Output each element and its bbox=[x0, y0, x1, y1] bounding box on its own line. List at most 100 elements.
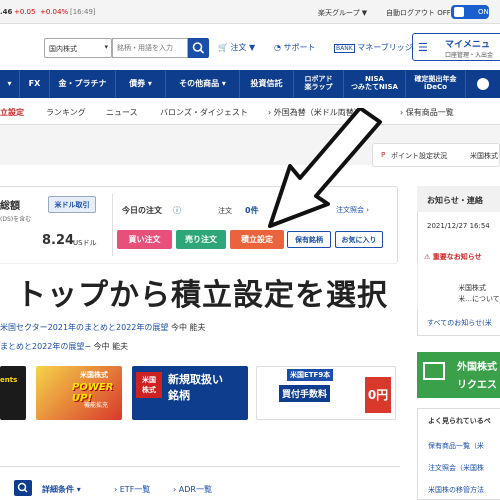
support-icon: ◔ bbox=[274, 43, 281, 52]
order-label: 注文 bbox=[218, 207, 232, 215]
subnav-ranking[interactable]: ランキング bbox=[46, 107, 86, 118]
banner-1-text: ents bbox=[0, 376, 18, 384]
money-bridge-label: マネーブリッジ bbox=[357, 43, 413, 52]
group-menu[interactable]: 楽天グループ ▼ bbox=[318, 8, 367, 18]
banner-3-tag: 米国 株式 bbox=[136, 372, 162, 398]
user-icon: ☰ bbox=[418, 41, 428, 54]
sell-order-button[interactable]: 売り注文 bbox=[176, 230, 226, 249]
article-title-2: まとめと2022年の展望− bbox=[0, 342, 92, 351]
foreign-stock-request-banner[interactable]: 外国株式 リクエス bbox=[417, 352, 500, 398]
nav-item-funds[interactable]: 投資信託 bbox=[240, 70, 294, 98]
notices-title: お知らせ・連絡 bbox=[427, 196, 483, 205]
banner-4-zero: 0円 bbox=[365, 377, 391, 413]
article-link-2[interactable]: まとめと2022年の展望− 今中 能夫 bbox=[0, 341, 128, 352]
mypage-label: マイメニュ bbox=[445, 40, 491, 50]
etf-list-link[interactable]: › ETF一覧 bbox=[114, 484, 150, 495]
important-notice[interactable]: ⚠ 重要なお知らせ bbox=[424, 252, 482, 262]
index-value: .46 bbox=[0, 8, 13, 16]
market-select-value: 国内株式 bbox=[49, 45, 77, 53]
index-change-pct: +0.04% bbox=[40, 8, 69, 16]
nav-item-robo[interactable]: ロボアド 楽ラップ bbox=[294, 70, 344, 98]
popular-link-2[interactable]: 注文照会（米国株 bbox=[428, 463, 484, 473]
banner-4-title: 米国ETF9本 bbox=[287, 369, 334, 381]
banner-1[interactable]: ents bbox=[0, 366, 26, 420]
buy-order-button[interactable]: 買い注文 bbox=[117, 230, 172, 249]
adr-list-label: ADR一覧 bbox=[178, 485, 212, 494]
article-title-1: 米国セクター2021年のまとめと2022年の展望 bbox=[0, 323, 169, 332]
search-icon bbox=[17, 482, 28, 493]
popular-link-1[interactable]: 保有商品一覧（米 bbox=[428, 441, 484, 451]
account-unit: USドル bbox=[73, 239, 97, 247]
subnav-accumulate[interactable]: 立設定 bbox=[0, 107, 24, 118]
nav-item-more[interactable] bbox=[466, 70, 500, 98]
detail-condition-toggle[interactable]: 詳細条件 ▾ bbox=[42, 484, 81, 495]
warning-icon: ⚠ bbox=[424, 253, 431, 261]
banner-power-up[interactable]: 米国株式 POWER UP! 機能拡充 bbox=[36, 366, 122, 420]
nav-menu-toggle[interactable]: ▾ bbox=[0, 70, 20, 98]
index-change: +0.05 bbox=[14, 8, 36, 16]
order-menu-label: 注文 ▼ bbox=[230, 43, 256, 52]
chevron-down-icon: ▾ bbox=[104, 43, 108, 51]
mypage-sublabel: 口座管理・入出金 bbox=[445, 52, 494, 59]
account-title: 総額 bbox=[0, 201, 20, 212]
nav-item-bonds[interactable]: 債券 ▾ bbox=[116, 70, 166, 98]
bank-icon: BANK bbox=[334, 44, 355, 53]
banner-4-main: 買付手数料 bbox=[279, 385, 331, 402]
subnav-barrons[interactable]: バロンズ・ダイジェスト bbox=[160, 107, 248, 118]
etf-list-label: ETF一覧 bbox=[119, 485, 151, 494]
cart-icon: 🛒 bbox=[218, 43, 228, 52]
support-link[interactable]: ◔ サポート bbox=[274, 42, 316, 53]
banner-2-title: 米国株式 bbox=[80, 371, 108, 379]
all-notices-link[interactable]: すべてのお知らせ(米 bbox=[427, 318, 492, 328]
notice-date: 2021/12/27 16:54 bbox=[427, 222, 490, 230]
banner-new-stocks[interactable]: 米国 株式 新規取扱い 銘柄 bbox=[132, 366, 248, 420]
auto-logout-label: 自動ログアウト OFF bbox=[386, 9, 451, 17]
article-link-1[interactable]: 米国セクター2021年のまとめと2022年の展望 今中 能夫 bbox=[0, 322, 206, 333]
promo-subtitle: リクエス bbox=[457, 380, 497, 391]
adr-list-link[interactable]: › ADR一覧 bbox=[173, 484, 212, 495]
popular-link-3[interactable]: 米国株の移管方法 bbox=[428, 485, 484, 495]
orders-title: 今日の注文 bbox=[122, 206, 162, 215]
nav-item-ideco[interactable]: 確定拠出年金 iDeCo bbox=[406, 70, 466, 98]
help-icon[interactable]: ⓘ bbox=[173, 205, 181, 216]
more-icon bbox=[477, 78, 489, 90]
points-status-bar[interactable]: P ポイント設定状況 米国株式 bbox=[372, 143, 500, 167]
nav-item-other[interactable]: その他商品 ▾ bbox=[166, 70, 240, 98]
article-author-2: 今中 能夫 bbox=[93, 342, 129, 351]
auto-logout-toggle[interactable]: ON bbox=[451, 5, 489, 19]
overlay-caption: トップから積立設定を選択 bbox=[16, 278, 388, 313]
toggle-knob bbox=[454, 7, 464, 17]
nav-item-fx[interactable]: FX bbox=[20, 70, 50, 98]
popular-title: よく見られているペ bbox=[428, 417, 491, 425]
toggle-label: ON bbox=[478, 8, 489, 16]
market-select[interactable]: 国内株式 ▾ bbox=[44, 38, 112, 58]
search-input[interactable] bbox=[112, 38, 188, 58]
search-button[interactable] bbox=[188, 38, 209, 58]
usd-trade-button[interactable]: 米ドル取引 bbox=[48, 196, 96, 213]
detail-condition-label: 詳細条件 bbox=[42, 485, 74, 494]
filter-search-button[interactable] bbox=[14, 480, 32, 496]
top-status-bar: .46 +0.05 +0.04% [16:49] 楽天グループ ▼ 自動ログアウ… bbox=[0, 0, 500, 24]
nav-item-gold[interactable]: 金・プラチナ bbox=[50, 70, 116, 98]
banner-etf-zero-fee[interactable]: 米国ETF9本 買付手数料 0円 bbox=[256, 366, 396, 420]
monitor-icon bbox=[423, 362, 445, 380]
article-author-1: 今中 能夫 bbox=[170, 323, 206, 332]
subnav-holdings[interactable]: › 保有商品一覧 bbox=[400, 107, 454, 118]
money-bridge-link[interactable]: BANK マネーブリッジ bbox=[334, 42, 413, 53]
banner-2-sub: 機能拡充 bbox=[84, 402, 109, 409]
mypage-button[interactable]: ☰ マイメニュ 口座管理・入出金 bbox=[412, 33, 500, 61]
banner-3-main: 新規取扱い 銘柄 bbox=[168, 373, 223, 402]
important-notice-label: 重要なお知らせ bbox=[432, 253, 482, 261]
notice-item-2[interactable]: 米…について bbox=[458, 294, 500, 304]
nav-item-nisa[interactable]: NISA つみたてNISA bbox=[344, 70, 406, 98]
account-note: (DS)を含む bbox=[0, 216, 32, 223]
subnav-news[interactable]: ニュース bbox=[106, 107, 138, 118]
subnav-holdings-label: 保有商品一覧 bbox=[405, 108, 454, 117]
main-nav: ▾ FX 金・プラチナ 債券 ▾ その他商品 ▾ 投資信託 ロボアド 楽ラップ … bbox=[0, 70, 500, 98]
support-label: サポート bbox=[283, 43, 316, 52]
search-icon bbox=[192, 42, 205, 54]
index-time: [16:49] bbox=[70, 8, 96, 16]
notice-item-1[interactable]: 米国株式 bbox=[458, 283, 486, 293]
points-label: ポイント設定状況 bbox=[391, 152, 447, 160]
order-menu[interactable]: 🛒 注文 ▼ bbox=[218, 42, 255, 53]
